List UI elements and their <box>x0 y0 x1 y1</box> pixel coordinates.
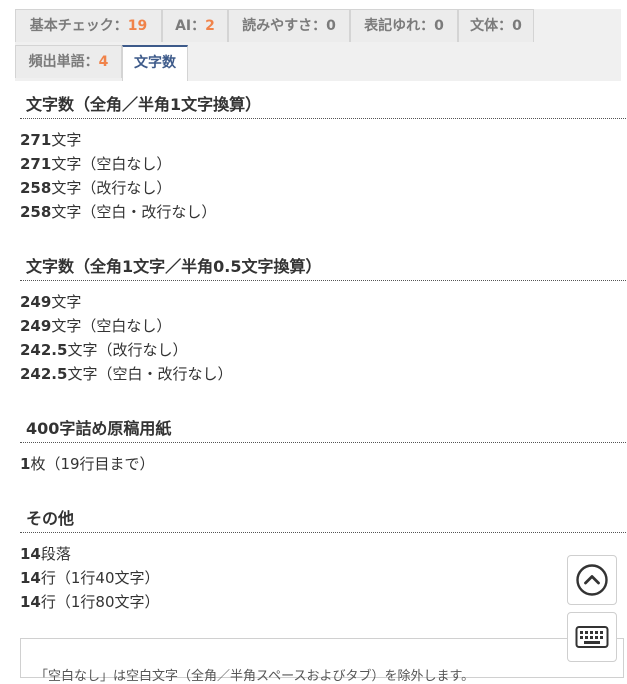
tab-character-count[interactable]: 文字数 <box>122 45 188 81</box>
section-heading: 400字詰め原稿用紙 <box>20 416 626 443</box>
section-halfwidth-1: 文字数（全角／半角1文字換算） 271文字 271文字（空白なし） 258文字（… <box>20 92 626 224</box>
note-box: 「空白なし」は空白文字（全角／半角スペースおよびタブ）を除外します。 <box>20 638 624 684</box>
tab-readability[interactable]: 読みやすさ：0 <box>228 9 350 42</box>
tab-basic-check[interactable]: 基本チェック：19 <box>15 9 162 42</box>
tab-count: 0 <box>434 18 444 34</box>
count-label: 文字 <box>51 293 82 311</box>
section-other: その他 14段落 14行（1行40文字） 14行（1行80文字） <box>20 506 626 614</box>
count-row: 249文字（空白なし） <box>20 314 626 338</box>
count-value: 242.5 <box>20 341 68 359</box>
tab-label: 文体： <box>470 18 513 34</box>
count-row: 249文字 <box>20 290 626 314</box>
section-heading: 文字数（全角1文字／半角0.5文字換算） <box>20 254 626 281</box>
tab-label: 表記ゆれ： <box>364 18 435 34</box>
count-row: 1枚（19行目まで） <box>20 452 626 476</box>
count-label: 段落 <box>40 545 71 563</box>
count-label: 文字（空白・改行なし） <box>51 203 217 221</box>
count-value: 258 <box>20 179 52 197</box>
count-row: 242.5文字（空白・改行なし） <box>20 362 626 386</box>
keyboard-icon <box>575 626 609 648</box>
chevron-up-circle-icon <box>576 564 608 596</box>
count-row: 271文字 <box>20 128 626 152</box>
count-label: 文字（空白・改行なし） <box>67 365 233 383</box>
count-label: 行（1行80文字） <box>40 593 160 611</box>
tab-ai[interactable]: AI：2 <box>162 9 228 42</box>
count-value: 258 <box>20 203 52 221</box>
count-row: 258文字（改行なし） <box>20 176 626 200</box>
count-label: 文字（改行なし） <box>51 179 172 197</box>
count-value: 1 <box>20 455 31 473</box>
count-row: 271文字（空白なし） <box>20 152 626 176</box>
tab-count: 4 <box>98 54 109 70</box>
count-value: 271 <box>20 155 52 173</box>
note-text: 「空白なし」は空白文字（全角／半角スペースおよびタブ）を除外します。 <box>35 669 475 684</box>
count-label: 文字（空白なし） <box>51 317 172 335</box>
tab-label: 頻出単語： <box>28 54 99 70</box>
count-value: 242.5 <box>20 365 68 383</box>
tab-writing-style[interactable]: 文体：0 <box>458 9 534 42</box>
count-value: 14 <box>20 545 41 563</box>
count-row: 258文字（空白・改行なし） <box>20 200 626 224</box>
tab-frequent-words[interactable]: 頻出単語：4 <box>15 45 122 78</box>
tab-label: 読みやすさ： <box>242 18 327 34</box>
count-label: 文字（空白なし） <box>51 155 172 173</box>
count-row: 14行（1行40文字） <box>20 566 626 590</box>
count-row: 14段落 <box>20 542 626 566</box>
tab-label: 文字数 <box>134 55 176 71</box>
scroll-to-top-button[interactable] <box>567 555 617 605</box>
tab-count: 0 <box>512 18 522 34</box>
count-label: 文字 <box>51 131 82 149</box>
tab-count: 2 <box>205 18 215 34</box>
count-value: 249 <box>20 317 52 335</box>
section-heading: その他 <box>20 506 626 533</box>
count-label: 文字（改行なし） <box>67 341 188 359</box>
section-heading: 文字数（全角／半角1文字換算） <box>20 92 626 119</box>
section-manuscript-paper: 400字詰め原稿用紙 1枚（19行目まで） <box>20 416 626 476</box>
count-value: 249 <box>20 293 52 311</box>
tab-notation-variance[interactable]: 表記ゆれ：0 <box>350 9 458 42</box>
section-halfwidth-05: 文字数（全角1文字／半角0.5文字換算） 249文字 249文字（空白なし） 2… <box>20 254 626 386</box>
tab-count: 19 <box>127 18 148 34</box>
count-row: 242.5文字（改行なし） <box>20 338 626 362</box>
count-label: 行（1行40文字） <box>40 569 160 587</box>
count-value: 14 <box>20 593 41 611</box>
tab-count: 0 <box>326 18 336 34</box>
result-tab-bar: 基本チェック：19 AI：2 読みやすさ：0 表記ゆれ：0 文体：0 頻出単語：… <box>15 9 621 81</box>
count-value: 271 <box>20 131 52 149</box>
tab-label: 基本チェック： <box>29 18 128 34</box>
count-label: 枚（19行目まで） <box>30 455 155 473</box>
tab-label: AI： <box>175 18 206 34</box>
count-value: 14 <box>20 569 41 587</box>
keyboard-button[interactable] <box>567 612 617 662</box>
count-row: 14行（1行80文字） <box>20 590 626 614</box>
